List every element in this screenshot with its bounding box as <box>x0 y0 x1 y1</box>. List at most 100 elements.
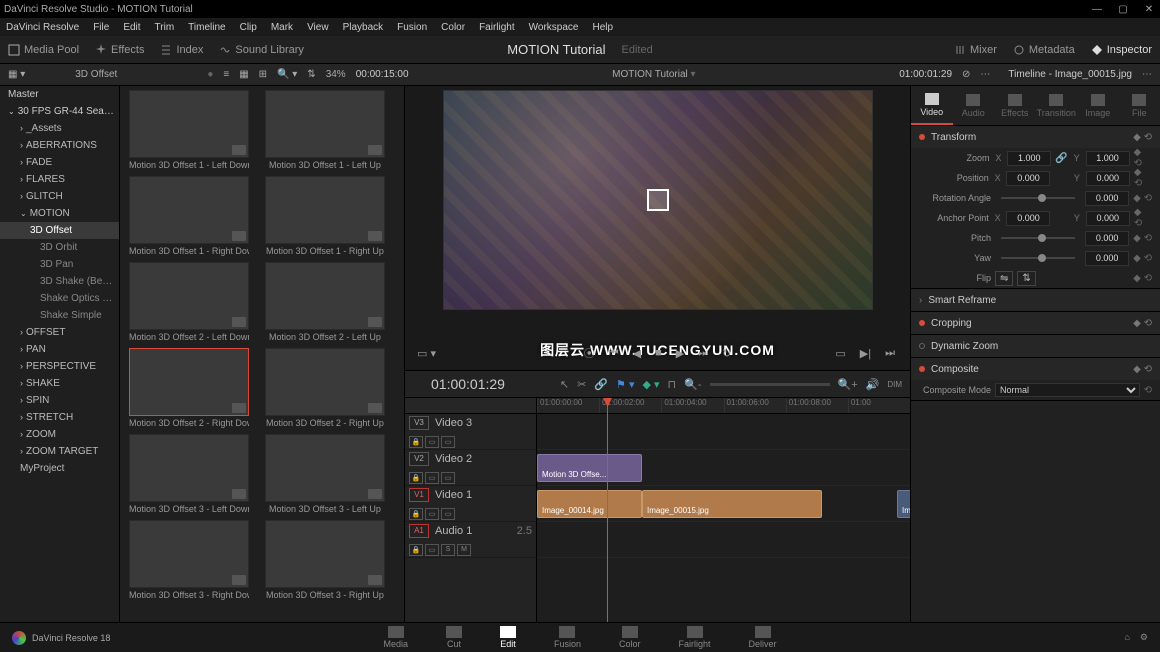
yaw-slider[interactable] <box>1001 257 1075 259</box>
track-v3[interactable] <box>537 414 910 450</box>
tree-master[interactable]: Master <box>0 86 119 103</box>
maximize-button[interactable]: ▢ <box>1116 4 1130 15</box>
media-clip[interactable]: Motion 3D Offset 2 - Left Up <box>260 262 390 342</box>
tree-item[interactable]: Shake Optics (Bet... <box>0 290 119 307</box>
bypass-icon[interactable]: ⊘ <box>962 69 970 80</box>
track-header-v2[interactable]: V2Video 2 🔒▭▭ <box>405 450 536 486</box>
effects-button[interactable]: Effects <box>95 44 144 56</box>
anchor-y-input[interactable] <box>1086 211 1130 226</box>
view-thumb-icon[interactable]: ▦ <box>239 69 248 80</box>
section-cropping[interactable]: Cropping◆ ⟲ <box>911 312 1160 334</box>
marker-icon[interactable]: ◆ ▾ <box>643 378 660 391</box>
menu-item[interactable]: Workspace <box>529 22 579 33</box>
inspector-tab-image[interactable]: Image <box>1077 86 1119 125</box>
tree-item[interactable]: 3D Orbit <box>0 239 119 256</box>
blade-tool-icon[interactable]: ✂ <box>577 378 586 391</box>
rotation-slider[interactable] <box>1001 197 1075 199</box>
page-edit[interactable]: Edit <box>500 626 516 649</box>
media-clip[interactable]: Motion 3D Offset 2 - Left Down <box>124 262 254 342</box>
loop-icon[interactable]: ↻ <box>719 345 734 362</box>
anchor-x-input[interactable] <box>1006 211 1050 226</box>
section-composite[interactable]: Composite◆ ⟲ <box>911 358 1160 380</box>
inspector-tab-audio[interactable]: Audio <box>953 86 995 125</box>
media-clip[interactable]: Motion 3D Offset 2 - Right Down <box>124 348 254 428</box>
selection-tool-icon[interactable]: ↖ <box>560 378 569 391</box>
playhead[interactable] <box>607 398 608 622</box>
menu-item[interactable]: Help <box>592 22 613 33</box>
zoom-x-input[interactable] <box>1007 151 1051 166</box>
menu-item[interactable]: File <box>93 22 109 33</box>
track-header-v3[interactable]: V3Video 3 🔒▭▭ <box>405 414 536 450</box>
media-clip[interactable]: Motion 3D Offset 1 - Right Down <box>124 176 254 256</box>
track-v1[interactable]: Image_00014.jpgImage_00015.jpgImage_0002… <box>537 486 910 522</box>
composite-mode-select[interactable]: Normal <box>995 383 1140 397</box>
section-dynamic-zoom[interactable]: Dynamic Zoom <box>911 335 1160 357</box>
timeline-tc[interactable]: 01:00:01:29 <box>431 376 505 392</box>
tree-item[interactable]: Shake Simple <box>0 307 119 324</box>
menu-item[interactable]: DaVinci Resolve <box>6 22 79 33</box>
timeline-clip[interactable]: Motion 3D Offse... <box>537 454 642 482</box>
page-fusion[interactable]: Fusion <box>554 626 581 649</box>
bin-dropdown[interactable]: ▦ ▾ <box>8 69 25 80</box>
play-icon[interactable]: ▶ <box>673 345 687 362</box>
inspector-tab-file[interactable]: File <box>1119 86 1160 125</box>
page-cut[interactable]: Cut <box>446 626 462 649</box>
track-v2[interactable]: Motion 3D Offse... <box>537 450 910 486</box>
media-clip[interactable]: Motion 3D Offset 3 - Left Up <box>260 434 390 514</box>
menu-item[interactable]: Fusion <box>397 22 427 33</box>
step-back-icon[interactable]: ◀ <box>630 345 644 362</box>
inspector-tab-effects[interactable]: Effects <box>994 86 1036 125</box>
sound-library-button[interactable]: Sound Library <box>219 44 304 56</box>
tree-item[interactable]: PERSPECTIVE <box>0 358 119 375</box>
tree-item[interactable]: 3D Shake (Beta - ... <box>0 273 119 290</box>
fit-dropdown[interactable]: ▭ ▾ <box>417 347 436 360</box>
tree-root[interactable]: 30 FPS GR-44 Seamless... <box>0 103 119 120</box>
section-transform[interactable]: Transform◆ ⟲ <box>911 126 1160 148</box>
page-fairlight[interactable]: Fairlight <box>679 626 711 649</box>
flip-h-icon[interactable]: ⇋ <box>995 271 1013 286</box>
track-header-a1[interactable]: A1Audio 12.5 🔒▭SM <box>405 522 536 558</box>
tree-item[interactable]: FLARES <box>0 171 119 188</box>
match-frame-icon[interactable]: ▭ <box>832 345 848 362</box>
menu-item[interactable]: Fairlight <box>479 22 515 33</box>
menu-item[interactable]: Clip <box>240 22 257 33</box>
sort-icon[interactable]: ⇅ <box>307 69 315 80</box>
tree-item[interactable]: ZOOM TARGET <box>0 443 119 460</box>
viewer-canvas[interactable] <box>443 90 873 310</box>
tree-item[interactable]: MOTION <box>0 205 119 222</box>
tree-item[interactable]: MyProject <box>0 460 119 477</box>
first-frame-icon[interactable]: ⏮ <box>606 345 622 362</box>
metadata-button[interactable]: Metadata <box>1013 44 1075 56</box>
pos-y-input[interactable] <box>1086 171 1130 186</box>
timeline-ruler[interactable]: 01:00:00:0001:00:02:0001:00:04:0001:00:0… <box>537 398 910 414</box>
inspector-tab-video[interactable]: Video <box>911 86 953 125</box>
media-clip[interactable]: Motion 3D Offset 1 - Right Up <box>260 176 390 256</box>
tree-item[interactable]: OFFSET <box>0 324 119 341</box>
tree-item[interactable]: FADE <box>0 154 119 171</box>
minimize-button[interactable]: — <box>1090 4 1104 15</box>
clip-name[interactable]: MOTION Tutorial <box>612 69 688 80</box>
zoom-slider[interactable] <box>710 383 830 386</box>
section-smart-reframe[interactable]: ›Smart Reframe <box>911 289 1160 311</box>
timeline-clip[interactable]: Image_00015.jpg <box>642 490 822 518</box>
tree-item[interactable]: 3D Pan <box>0 256 119 273</box>
search-icon[interactable]: 🔍 ▾ <box>277 69 297 80</box>
flag-icon[interactable]: ⚑ ▾ <box>616 378 634 391</box>
menu-item[interactable]: Mark <box>271 22 293 33</box>
zoom-y-input[interactable] <box>1086 151 1130 166</box>
expand-icon[interactable]: ⋯ <box>1142 69 1152 80</box>
page-color[interactable]: Color <box>619 626 641 649</box>
menu-item[interactable]: Trim <box>155 22 175 33</box>
menu-item[interactable]: Timeline <box>188 22 225 33</box>
inspector-button[interactable]: Inspector <box>1091 44 1152 56</box>
settings-icon[interactable]: ⚙ <box>1140 632 1148 643</box>
pitch-slider[interactable] <box>1001 237 1075 239</box>
close-button[interactable]: ✕ <box>1142 4 1156 15</box>
tree-item[interactable]: PAN <box>0 341 119 358</box>
pitch-input[interactable] <box>1085 231 1129 246</box>
media-clip[interactable]: Motion 3D Offset 3 - Left Down <box>124 434 254 514</box>
timeline-clip[interactable]: Image_00028.jpg <box>897 490 910 518</box>
transform-handle[interactable] <box>647 189 669 211</box>
media-clip[interactable]: Motion 3D Offset 3 - Right Down <box>124 520 254 600</box>
index-button[interactable]: Index <box>160 44 203 56</box>
